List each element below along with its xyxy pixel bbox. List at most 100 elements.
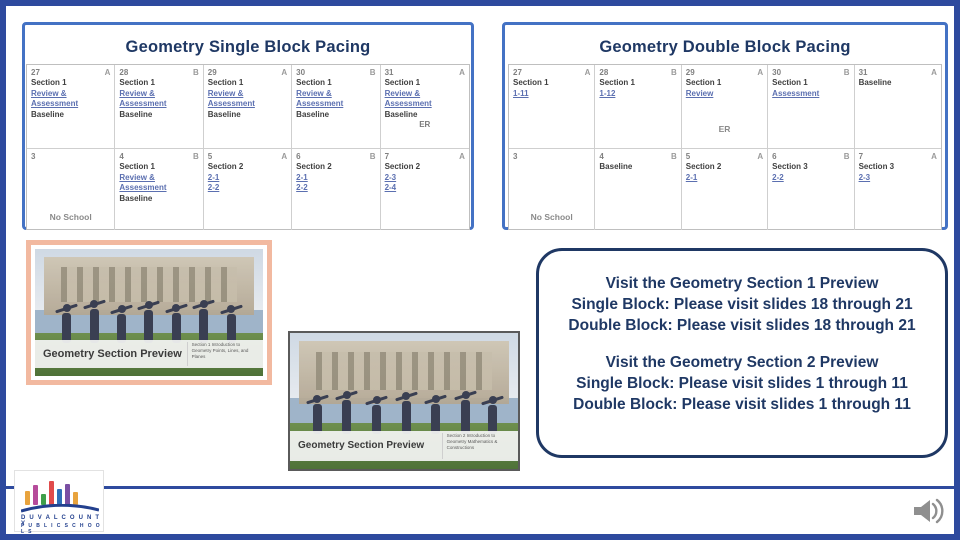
preview-caption-bar: Geometry Section Preview Section 1 Intro…: [35, 340, 263, 369]
callout-line: Double Block: Please visit slides 1 thro…: [573, 396, 911, 413]
preview-caption: Geometry Section Preview: [298, 440, 425, 452]
single-block-title: Geometry Single Block Pacing: [125, 38, 371, 56]
day-content: Section 1 Review & Assessment Baseline: [119, 162, 167, 203]
speaker-icon[interactable]: [910, 494, 946, 528]
day-number: 31: [384, 68, 394, 77]
calendar-day-cell: 7 A Section 3 2-3: [855, 149, 941, 230]
day-number: 28: [599, 68, 609, 77]
callout-line: Single Block: Please visit slides 18 thr…: [571, 296, 913, 313]
callout-line: Visit the Geometry Section 1 Preview: [605, 275, 879, 292]
preview-side-caption: Section 1 Introduction to Geometry Point…: [186, 342, 260, 367]
calendar-day-cell: 30 B Section 1 Review & Assessment Baseli…: [292, 65, 381, 149]
geometry-section-1-preview-thumbnail[interactable]: Geometry Section Preview Section 1 Intro…: [26, 240, 272, 385]
day-letter: B: [843, 152, 850, 161]
calendar-day-cell: 4 B Baseline: [595, 149, 682, 230]
day-content: Section 1 Review & Assessment Baseline: [119, 78, 167, 119]
calendar-day-cell: 28 B Section 1 Review & Assessment Baseli…: [115, 65, 204, 149]
day-content: Section 2 2-3 2-4: [384, 162, 421, 192]
day-letter: A: [104, 68, 111, 77]
calendar-week-row: 27 A Section 1 Review & Assessment Baseli…: [27, 65, 469, 149]
day-content: Section 2 2-1: [685, 162, 722, 182]
day-number: 3: [513, 152, 518, 161]
day-content: Section 2 2-1 2-2: [207, 162, 244, 192]
day-number: 30: [772, 68, 782, 77]
student-figure: [372, 395, 382, 434]
calendar-day-cell: 31 A Baseline: [854, 65, 941, 149]
calendar-week-row: 3 No School 4 B Baseline 5 A Section 2 2-1…: [509, 149, 941, 230]
logo-line-2: P U B L I C S C H O O L S: [21, 523, 102, 535]
preview-image: Geometry Section Preview Section 2 Intro…: [290, 333, 518, 469]
day-number: 7: [384, 152, 390, 161]
slide-footer-bar: [6, 486, 954, 534]
early-release-label: ER: [718, 124, 731, 134]
preview-instructions-callout: Visit the Geometry Section 1 Preview Sin…: [536, 248, 948, 458]
geometry-section-2-preview-thumbnail[interactable]: Geometry Section Preview Section 2 Intro…: [288, 331, 520, 471]
day-content: Section 1 Review & Assessment Baseline: [207, 78, 255, 119]
day-number: 3: [31, 152, 36, 161]
student-figure: [401, 391, 411, 434]
day-number: 5: [207, 152, 213, 161]
callout-line: Single Block: Please visit slides 1 thro…: [576, 375, 908, 392]
student-figure: [226, 304, 236, 343]
day-number: 29: [207, 68, 217, 77]
double-block-title: Geometry Double Block Pacing: [599, 38, 851, 56]
double-block-calendar: 27 A Section 1 1-11 28 B Section 1 1-12 29…: [508, 64, 942, 230]
day-letter: A: [931, 152, 937, 161]
student-figure: [461, 390, 470, 434]
preview-caption-bar: Geometry Section Preview Section 2 Intro…: [290, 430, 518, 461]
calendar-day-cell: 7 A Section 2 2-3 2-4: [381, 149, 469, 230]
day-content: Section 1 1-11: [513, 78, 549, 98]
student-figure: [62, 303, 72, 343]
day-content: Section 3 2-3: [858, 162, 895, 182]
day-letter: A: [584, 68, 591, 77]
day-letter: B: [369, 68, 376, 77]
callout-line: Visit the Geometry Section 2 Preview: [605, 354, 879, 371]
student-figure: [342, 390, 352, 434]
calendar-day-cell: 29 A Section 1 Review ER: [681, 65, 769, 149]
preview-caption: Geometry Section Preview: [43, 348, 182, 361]
day-letter: A: [459, 152, 465, 161]
day-number: 6: [296, 152, 301, 161]
day-number: 7: [858, 152, 864, 161]
student-figure: [199, 299, 209, 343]
day-letter: B: [671, 152, 677, 161]
student-figure: [144, 300, 154, 343]
calendar-day-cell: 5 A Section 2 2-1 2-2: [204, 149, 293, 230]
day-content: Section 1 Review & Assessment Baseline: [31, 78, 79, 119]
preview-image: Geometry Section Preview Section 1 Intro…: [35, 249, 263, 376]
calendar-day-cell: 6 B Section 3 2-2: [768, 149, 855, 230]
day-number: 4: [119, 152, 124, 161]
day-content: Section 1 Review: [685, 78, 722, 98]
callout-line: Double Block: Please visit slides 18 thr…: [568, 317, 916, 334]
day-number: 4: [599, 152, 604, 161]
preview-side-caption: Section 2 Introduction to Geometry Mathe…: [441, 432, 515, 459]
day-letter: A: [459, 68, 465, 77]
callout-spacer: [553, 336, 931, 352]
calendar-day-cell: 27 A Section 1 1-11: [509, 65, 596, 149]
day-letter: B: [671, 68, 677, 77]
single-block-calendar: 27 A Section 1 Review & Assessment Baseli…: [26, 64, 470, 230]
logo-bars: [25, 479, 78, 505]
calendar-day-cell: 29 A Section 1 Review & Assessment Baseli…: [203, 65, 293, 149]
day-number: 27: [31, 68, 40, 77]
day-letter: A: [757, 68, 764, 77]
day-content: Section 1 1-12: [599, 78, 635, 98]
day-content: Section 3 2-2: [772, 162, 808, 182]
day-number: 31: [858, 68, 868, 77]
day-letter: B: [369, 152, 376, 161]
no-school-label: No School: [49, 212, 92, 222]
day-number: 27: [513, 68, 522, 77]
no-school-label: No School: [530, 212, 573, 222]
day-number: 29: [685, 68, 695, 77]
logo-swoosh: [21, 504, 99, 513]
calendar-day-cell: 27 A Section 1 Review & Assessment Baseli…: [27, 65, 116, 149]
day-number: 28: [119, 68, 129, 77]
day-letter: B: [193, 68, 199, 77]
student-figure: [89, 299, 99, 343]
calendar-day-cell: 30 B Section 1 Assessment: [768, 65, 855, 149]
day-letter: B: [193, 152, 199, 161]
calendar-day-cell: 3 No School: [27, 149, 116, 230]
calendar-day-cell: 4 B Section 1 Review & Assessment Baselin…: [115, 149, 204, 230]
calendar-day-cell: 5 A Section 2 2-1: [682, 149, 769, 230]
calendar-day-cell: 31 A Section 1 Review & Assessment Baseli…: [380, 65, 469, 149]
